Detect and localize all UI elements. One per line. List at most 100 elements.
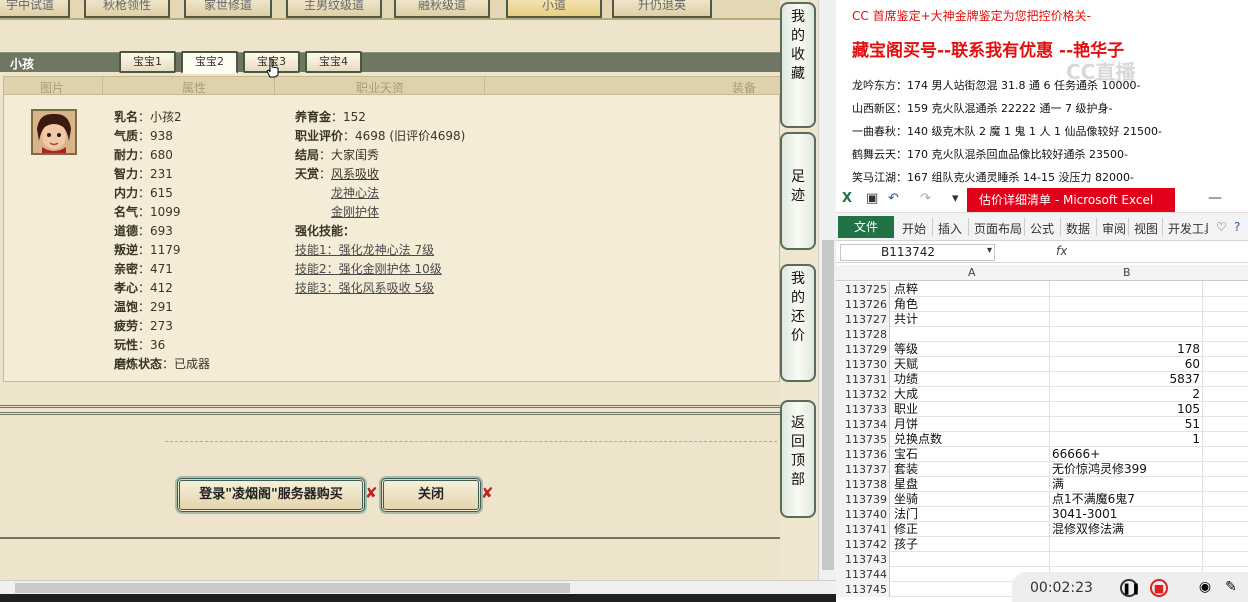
cell-b[interactable]: 混修双修法满 — [1052, 522, 1202, 537]
tab-review[interactable]: 审阅 — [1102, 220, 1126, 237]
row-number[interactable]: 113739 — [836, 492, 890, 507]
nav-button-4[interactable]: 主男纹级道 — [286, 0, 382, 18]
cell-a[interactable]: 共计 — [894, 312, 918, 327]
cell-b[interactable]: 105 — [1052, 402, 1202, 417]
cell-b[interactable]: 178 — [1052, 342, 1202, 357]
row-number[interactable]: 113729 — [836, 342, 890, 357]
tab-baobao-1[interactable]: 宝宝1 — [119, 51, 176, 73]
horizontal-scrollbar[interactable] — [0, 580, 836, 594]
row-number[interactable]: 113735 — [836, 432, 890, 447]
row-number[interactable]: 113731 — [836, 372, 890, 387]
row-number[interactable]: 113734 — [836, 417, 890, 432]
heart-icon[interactable]: ♡ — [1216, 220, 1227, 234]
tab-page-layout[interactable]: 页面布局 — [974, 220, 1022, 237]
sheet-row[interactable]: 113725 点粹 — [836, 282, 1248, 297]
row-number[interactable]: 113728 — [836, 327, 890, 342]
cell-a[interactable]: 点粹 — [894, 282, 918, 297]
nav-button-7[interactable]: 升仍退英 — [612, 0, 712, 18]
close-button[interactable]: 关闭 — [381, 478, 481, 512]
help-icon[interactable]: ? — [1234, 220, 1240, 234]
cell-a[interactable]: 角色 — [894, 297, 918, 312]
pen-icon[interactable]: ✎ — [1222, 579, 1240, 597]
career-attribute-value[interactable]: 风系吸收 — [331, 167, 379, 181]
nav-button-3[interactable]: 家世修道 — [184, 0, 272, 18]
fx-icon[interactable]: fx — [1056, 244, 1067, 258]
vertical-scrollbar[interactable] — [818, 0, 836, 580]
sheet-row[interactable]: 113726 角色 — [836, 297, 1248, 312]
sheet-row[interactable]: 113735 兑换点数 1 — [836, 432, 1248, 447]
cell-a[interactable]: 星盘 — [894, 477, 918, 492]
nav-button-6[interactable]: 小道 — [506, 0, 602, 18]
sheet-row[interactable]: 113743 — [836, 552, 1248, 567]
cell-a[interactable]: 修正 — [894, 522, 918, 537]
buy-on-server-button[interactable]: 登录"凌烟阁"服务器购买 — [177, 478, 365, 512]
cell-b[interactable]: 点1不满魔6鬼7 — [1052, 492, 1202, 507]
pause-icon[interactable]: ❚❚ — [1120, 579, 1140, 597]
sheet-row[interactable]: 113741 修正 混修双修法满 — [836, 522, 1248, 537]
row-number[interactable]: 113727 — [836, 312, 890, 327]
cell-b[interactable]: 无价惊鸿灵修399 — [1052, 462, 1202, 477]
tab-view[interactable]: 视图 — [1134, 220, 1158, 237]
sheet-row[interactable]: 113730 天赋 60 — [836, 357, 1248, 372]
cell-a[interactable]: 套装 — [894, 462, 918, 477]
row-number[interactable]: 113726 — [836, 297, 890, 312]
cell-b[interactable]: 51 — [1052, 417, 1202, 432]
cell-b[interactable]: 66666+ — [1052, 447, 1202, 462]
cell-a[interactable]: 月饼 — [894, 417, 918, 432]
redo-icon[interactable]: ↷ — [920, 191, 931, 206]
tab-developer[interactable]: 开发工具 — [1168, 220, 1208, 237]
tab-formulas[interactable]: 公式 — [1030, 220, 1054, 237]
my-offers-scroll[interactable]: 我的还价 — [780, 264, 816, 382]
cell-b[interactable]: 满 — [1052, 477, 1202, 492]
sheet-row[interactable]: 113737 套装 无价惊鸿灵修399 — [836, 462, 1248, 477]
back-to-top-scroll[interactable]: 返回顶部 — [780, 400, 816, 518]
nav-button-5[interactable]: 融秋级道 — [394, 0, 490, 18]
cell-b[interactable]: 5837 — [1052, 372, 1202, 387]
sheet-row[interactable]: 113732 大成 2 — [836, 387, 1248, 402]
row-number[interactable]: 113725 — [836, 282, 890, 297]
name-box[interactable]: B113742 — [840, 244, 995, 261]
row-number[interactable]: 113741 — [836, 522, 890, 537]
tab-home[interactable]: 开始 — [902, 220, 926, 237]
column-header-a[interactable]: A — [968, 266, 976, 279]
column-header-b[interactable]: B — [1123, 266, 1131, 279]
row-number[interactable]: 113736 — [836, 447, 890, 462]
row-number[interactable]: 113744 — [836, 567, 890, 582]
save-icon[interactable]: ▣ — [866, 191, 878, 206]
tab-file[interactable]: 文件 — [838, 216, 894, 238]
cell-a[interactable]: 天赋 — [894, 357, 918, 372]
sheet-row[interactable]: 113729 等级 178 — [836, 342, 1248, 357]
row-number[interactable]: 113742 — [836, 537, 890, 552]
horizontal-scroll-thumb[interactable] — [15, 583, 570, 593]
tab-baobao-4[interactable]: 宝宝4 — [305, 51, 362, 73]
row-number[interactable]: 113732 — [836, 387, 890, 402]
row-number[interactable]: 113738 — [836, 477, 890, 492]
cell-b[interactable]: 3041-3001 — [1052, 507, 1202, 522]
my-collection-scroll[interactable]: 我的收藏 — [780, 2, 816, 128]
sheet-row[interactable]: 113740 法门 3041-3001 — [836, 507, 1248, 522]
sheet-row[interactable]: 113739 坐骑 点1不满魔6鬼7 — [836, 492, 1248, 507]
sheet-row[interactable]: 113738 星盘 满 — [836, 477, 1248, 492]
cell-a[interactable]: 孩子 — [894, 537, 918, 552]
footprints-scroll[interactable]: 足迹 — [780, 132, 816, 250]
row-number[interactable]: 113743 — [836, 552, 890, 567]
cell-a[interactable]: 宝石 — [894, 447, 918, 462]
sheet-row[interactable]: 113731 功绩 5837 — [836, 372, 1248, 387]
name-box-dropdown-icon[interactable]: ▾ — [987, 245, 992, 256]
sheet-row[interactable]: 113742 孩子 — [836, 537, 1248, 552]
sheet-row[interactable]: 113733 职业 105 — [836, 402, 1248, 417]
skill-link-2[interactable]: 技能2：强化金刚护体 10级 — [295, 260, 442, 277]
nav-button-2[interactable]: 秋枪领性 — [84, 0, 170, 18]
row-number[interactable]: 113730 — [836, 357, 890, 372]
cell-b[interactable]: 60 — [1052, 357, 1202, 372]
tab-insert[interactable]: 插入 — [938, 220, 962, 237]
row-number[interactable]: 113745 — [836, 582, 890, 597]
cell-a[interactable]: 职业 — [894, 402, 918, 417]
cell-b[interactable]: 1 — [1052, 432, 1202, 447]
camera-icon[interactable]: ◉ — [1196, 579, 1214, 597]
cell-a[interactable]: 大成 — [894, 387, 918, 402]
undo-icon[interactable]: ↶ — [888, 191, 899, 206]
customize-qat-icon[interactable]: ▾ — [952, 191, 959, 206]
row-number[interactable]: 113740 — [836, 507, 890, 522]
cell-a[interactable]: 等级 — [894, 342, 918, 357]
